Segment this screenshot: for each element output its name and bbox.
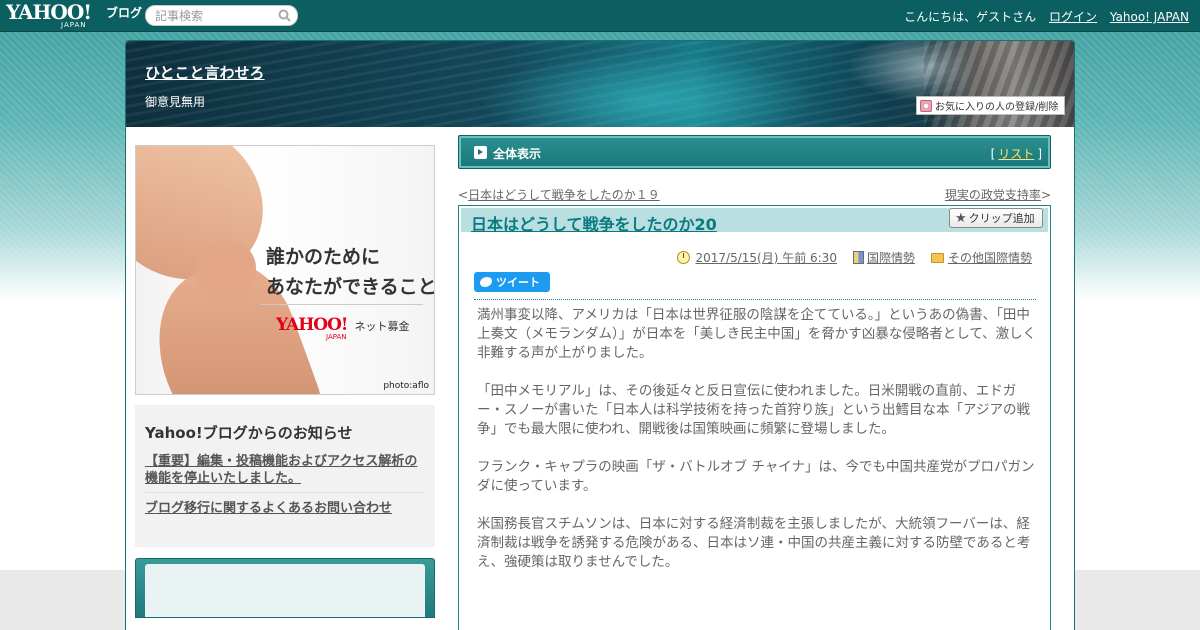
sidebar-panel	[135, 558, 435, 618]
ad-divider	[261, 304, 423, 305]
ad-service-name: ネット募金	[354, 320, 410, 333]
article-paragraph: 「田中メモリアル」は、その後延々と反日宣伝に使われました。日米開戦の直前、エドガ…	[477, 383, 1030, 437]
prev-mark: <	[458, 188, 469, 202]
yahoo-blog-logo[interactable]: YAHOO! JAPAN ブログ	[6, 0, 142, 29]
donation-ad-banner[interactable]: 誰かのために あなたができること YAHOO! JAPAN ネット募金 phot…	[135, 145, 435, 395]
logo-blog-text: ブログ	[106, 6, 143, 20]
list-bracket-close: ]	[1037, 147, 1042, 161]
tweet-label: ツイート	[496, 276, 540, 289]
ad-handshake-image	[196, 241, 256, 301]
ad-logo-sub: JAPAN	[326, 333, 347, 341]
global-header: YAHOO! JAPAN ブログ こんにちは、ゲストさん ログイン Yahoo!…	[0, 0, 1200, 32]
ad-headline-line2: あなたができること	[266, 276, 435, 298]
article-paragraph: 満州事変以降、アメリカは「日本は世界征服の陰謀を企てている。」というあの偽書、「…	[477, 307, 1037, 361]
search-icon[interactable]	[278, 9, 291, 22]
tweet-button[interactable]: ツイート	[474, 272, 550, 292]
notice-divider	[145, 492, 425, 493]
favorite-icon	[920, 99, 932, 112]
logo-sub-text: JAPAN	[61, 21, 87, 29]
ad-headline-line1: 誰かのために	[266, 246, 381, 268]
blog-title[interactable]: ひとこと言わせろ	[145, 62, 265, 83]
favorite-register-button[interactable]: お気に入りの人の登録/削除	[916, 96, 1065, 115]
sidebar-panel-inner	[145, 564, 425, 617]
view-all-label: 全体表示	[493, 147, 542, 161]
article-paragraph: 米国務長官スチムソンは、日本に対する経済制裁を主張しましたが、大統領フーバーは、…	[477, 516, 1031, 570]
article-date-link[interactable]: 2017/5/15(月) 午前 6:30	[695, 249, 836, 266]
yahoo-japan-link[interactable]: Yahoo! JAPAN	[1110, 10, 1189, 24]
star-icon: ★	[955, 210, 967, 226]
category-link[interactable]: 国際情勢	[867, 249, 915, 266]
article-header: 日本はどうして戦争をしたのか20 ★ クリップ追加	[461, 208, 1048, 235]
clock-icon	[677, 251, 691, 264]
article-meta: 2017/5/15(月) 午前 6:30 国際情勢 その他国際情勢	[677, 249, 1032, 266]
subcategory-link[interactable]: その他国際情勢	[948, 249, 1032, 266]
ad-photo-credit: photo:aflo	[383, 381, 429, 391]
notice-item[interactable]: ブログ移行に関するよくあるお問い合わせ	[145, 500, 425, 517]
twitter-bird-icon	[480, 277, 492, 287]
article: 日本はどうして戦争をしたのか20 ★ クリップ追加 2017/5/15(月) 午…	[458, 205, 1051, 630]
favorite-register-label: お気に入りの人の登録/削除	[935, 102, 1059, 113]
folder-icon	[930, 252, 944, 263]
blog-notice-box: Yahoo!ブログからのお知らせ 【重要】編集・投稿機能およびアクセス解析の機能…	[135, 405, 435, 547]
article-divider	[474, 299, 1036, 300]
greeting-text: こんにちは、ゲストさん	[904, 10, 1037, 24]
logo-main-text: YAHOO!	[6, 0, 92, 24]
ad-logo-main: YAHOO!	[276, 315, 348, 335]
clip-add-label: クリップ追加	[968, 212, 1035, 225]
search-input[interactable]	[155, 6, 280, 25]
book-icon	[852, 251, 864, 264]
list-view-link[interactable]: リスト	[998, 147, 1034, 161]
search-box	[145, 5, 298, 26]
blog-banner: ひとこと言わせろ 御意見無用 お気に入りの人の登録/削除	[126, 41, 1074, 127]
article-body: 満州事変以降、アメリカは「日本は世界征服の陰謀を企てている。」というあの偽書、「…	[477, 306, 1038, 591]
next-mark: >	[1040, 188, 1051, 202]
article-paragraph: フランク・キャプラの映画「ザ・バトルオブ チャイナ」は、今でも中国共産党がプロパ…	[477, 459, 1035, 494]
view-mode-bar: 全体表示 [リスト]	[458, 135, 1051, 169]
list-view-control: [リスト]	[991, 145, 1042, 162]
arrow-right-icon	[474, 146, 487, 159]
login-link[interactable]: ログイン	[1049, 10, 1097, 24]
prev-article: <日本はどうして戦争をしたのか１９	[458, 186, 660, 203]
article-title[interactable]: 日本はどうして戦争をしたのか20	[471, 211, 717, 235]
next-article: 現実の政党支持率>	[945, 186, 1051, 203]
next-article-link[interactable]: 現実の政党支持率	[945, 188, 1041, 202]
clip-add-button[interactable]: ★ クリップ追加	[949, 208, 1043, 228]
blog-container: ひとこと言わせろ 御意見無用 お気に入りの人の登録/削除 誰かのために あなたが…	[125, 40, 1075, 630]
list-bracket-open: [	[990, 147, 996, 161]
prev-article-link[interactable]: 日本はどうして戦争をしたのか１９	[468, 188, 660, 202]
blog-subtitle: 御意見無用	[145, 95, 206, 109]
ad-yahoo-logo: YAHOO! JAPAN ネット募金	[276, 315, 410, 341]
notice-heading: Yahoo!ブログからのお知らせ	[145, 424, 353, 442]
notice-item[interactable]: 【重要】編集・投稿機能およびアクセス解析の機能を停止いたしました。	[145, 453, 425, 487]
top-navigation: こんにちは、ゲストさん ログイン Yahoo! JAPAN	[904, 8, 1189, 25]
